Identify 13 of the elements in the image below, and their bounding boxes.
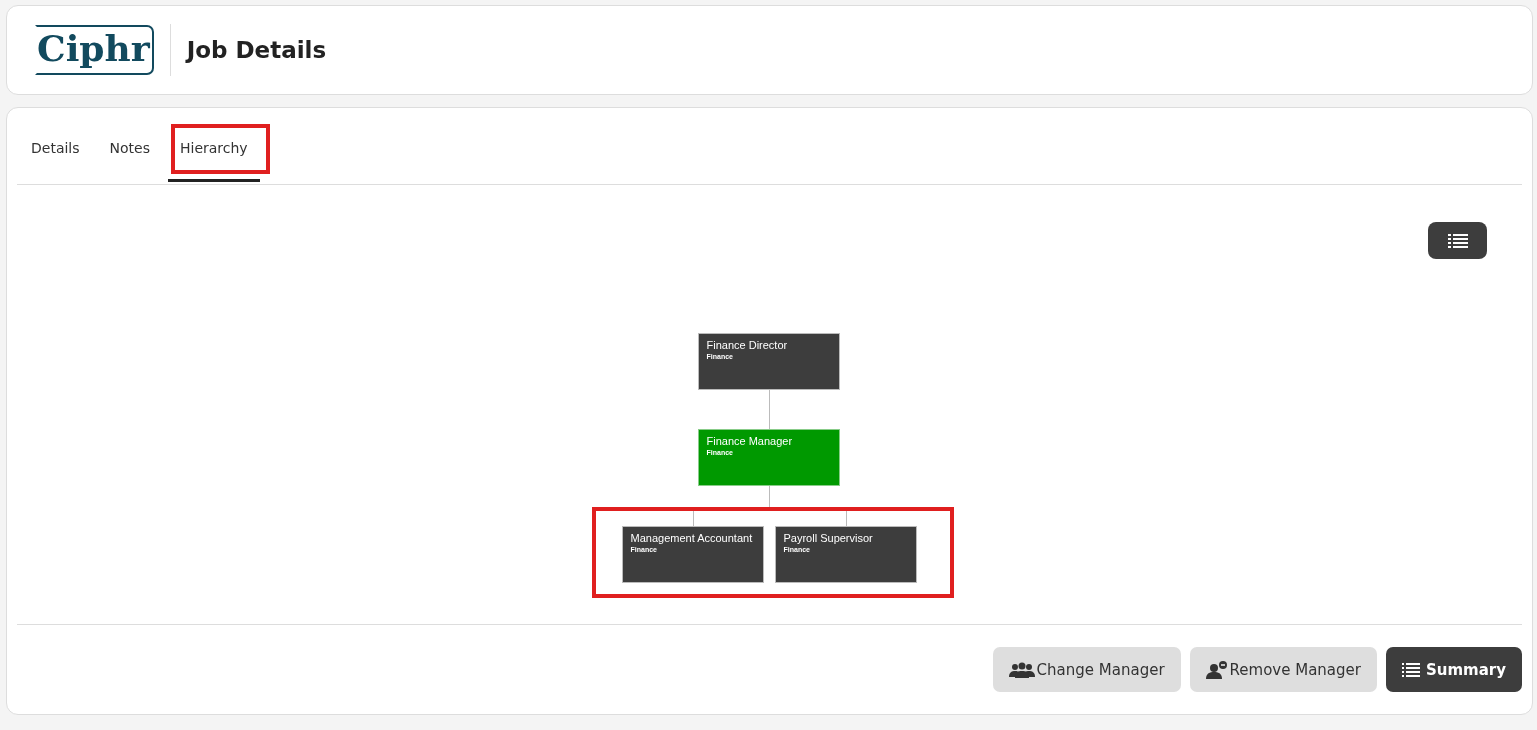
list-view-button[interactable] xyxy=(1428,222,1487,259)
action-button[interactable]: Change Manager xyxy=(992,647,1181,692)
list-icon xyxy=(1447,232,1468,249)
list-icon xyxy=(1401,662,1420,677)
users-icon xyxy=(1008,661,1035,678)
tab[interactable]: Notes xyxy=(97,116,162,182)
page-title: Job Details xyxy=(186,37,327,63)
tab[interactable]: Hierarchy xyxy=(168,116,260,182)
user-remove-icon xyxy=(1205,660,1228,679)
action-button[interactable]: Remove Manager xyxy=(1189,647,1377,692)
logo: Ciphr xyxy=(35,25,154,75)
action-button[interactable]: Summary xyxy=(1385,647,1522,692)
tab[interactable]: Details xyxy=(19,116,92,182)
